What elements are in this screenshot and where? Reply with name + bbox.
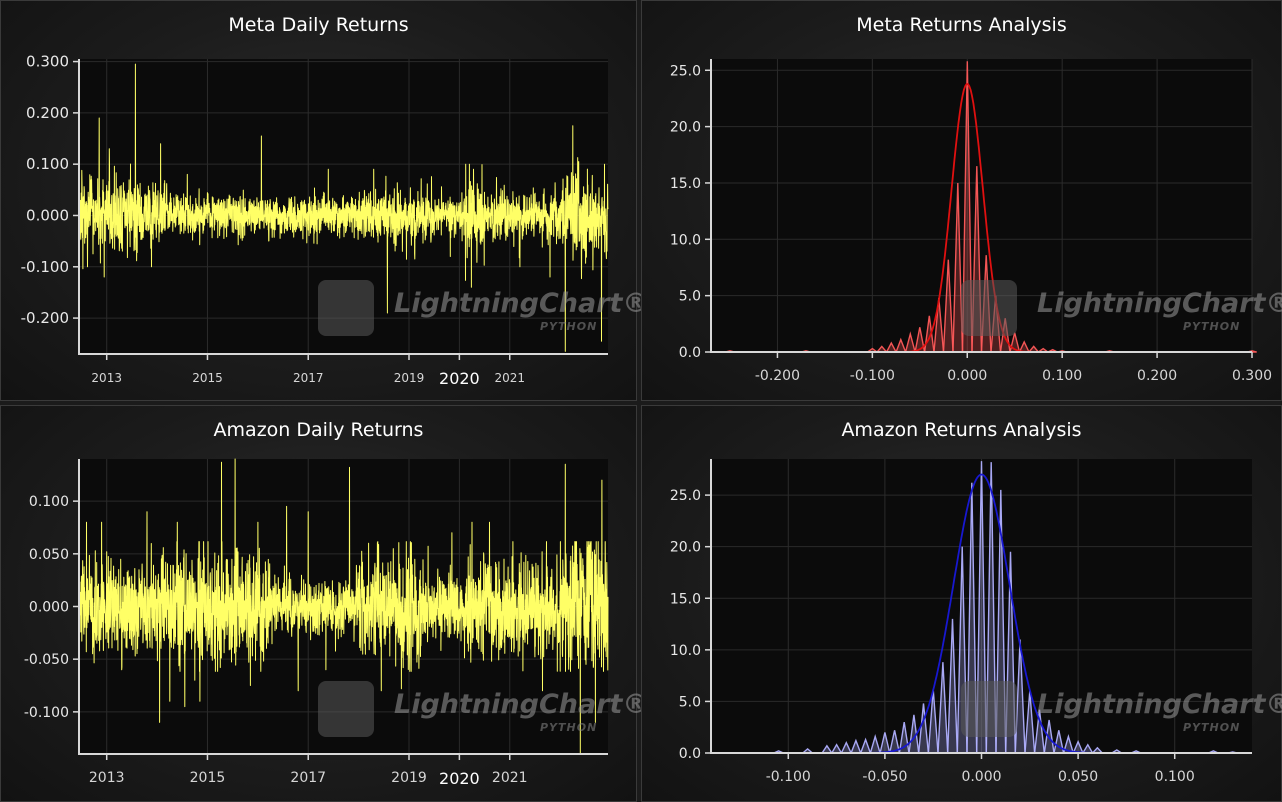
y-tick-label: -0.050 <box>24 652 69 668</box>
chart-title: Amazon Daily Returns <box>213 419 424 441</box>
chart-title: Meta Daily Returns <box>228 14 409 36</box>
y-tick-label: 15.0 <box>670 591 701 607</box>
y-tick-label: 15.0 <box>670 176 701 192</box>
y-tick-label: 0.200 <box>26 104 69 122</box>
x-tick-label: 0.300 <box>1232 368 1272 384</box>
x-tick-label: 0.000 <box>947 368 987 384</box>
y-tick-label: 10.0 <box>670 643 701 659</box>
chart-title: Meta Returns Analysis <box>856 14 1067 36</box>
y-tick-label: 0.050 <box>29 547 69 563</box>
x-tick-label: 2020 <box>439 769 480 788</box>
x-tick-label: 0.200 <box>1137 368 1177 384</box>
y-tick-label: 20.0 <box>670 540 701 556</box>
y-tick-label: 25.0 <box>670 488 701 504</box>
amazon-returns-analysis-chart: 25.0 20.0 15.0 10.0 5.0 0.0 -0.100 -0.050 0.000 0… <box>670 459 1252 785</box>
x-tick-label: 2013 <box>89 770 125 786</box>
x-tick-label: 0.100 <box>1042 368 1082 384</box>
x-tick-label: 2015 <box>192 371 223 385</box>
x-tick-label: 2013 <box>91 371 122 385</box>
y-tick-label: -0.100 <box>24 705 69 721</box>
x-tick-label: 2021 <box>494 371 525 385</box>
x-tick-label: 2021 <box>492 770 528 786</box>
x-tick-label: 0.100 <box>1155 769 1195 785</box>
y-tick-label: 5.0 <box>679 694 701 710</box>
x-tick-label: 0.050 <box>1058 769 1098 785</box>
x-tick-label: -0.100 <box>850 368 895 384</box>
meta-returns-analysis-panel: 25.0 20.0 15.0 10.0 5.0 0.0 -0.200 -0.100 0.000 0… <box>641 0 1282 401</box>
y-tick-label: 0.100 <box>26 155 69 173</box>
y-tick-label: 0.100 <box>29 494 69 510</box>
meta-daily-returns-chart: 0.300 0.200 0.100 0.000 -0.100 -0.200 2013 2015… <box>21 53 609 388</box>
chart-title: Amazon Returns Analysis <box>841 419 1082 441</box>
y-tick-label: 0.0 <box>679 746 701 762</box>
y-tick-label: 0.300 <box>26 53 69 71</box>
y-tick-label: -0.200 <box>21 309 69 327</box>
amazon-returns-analysis-panel: 25.0 20.0 15.0 10.0 5.0 0.0 -0.100 -0.050 0.000 0… <box>641 405 1282 802</box>
meta-returns-analysis-chart: 25.0 20.0 15.0 10.0 5.0 0.0 -0.200 -0.100 0.000 0… <box>670 59 1272 384</box>
x-tick-label: 2017 <box>290 770 326 786</box>
y-tick-label: 25.0 <box>670 63 701 79</box>
plot-area <box>711 59 1252 352</box>
x-tick-label: 2019 <box>394 371 425 385</box>
dashboard: 0.300 0.200 0.100 0.000 -0.100 -0.200 2013 2015… <box>0 0 1282 802</box>
x-tick-label: 0.000 <box>961 769 1001 785</box>
y-tick-label: 20.0 <box>670 120 701 136</box>
y-tick-label: 0.000 <box>29 600 69 616</box>
amazon-daily-returns-chart: 0.100 0.050 0.000 -0.050 -0.100 2013 2015 2017 2… <box>24 458 609 788</box>
x-tick-label: 2015 <box>190 770 226 786</box>
x-tick-label: 2020 <box>439 369 480 388</box>
y-tick-label: 0.0 <box>679 345 701 361</box>
x-tick-label: 2017 <box>293 371 324 385</box>
x-tick-label: 2019 <box>391 770 427 786</box>
y-tick-label: -0.100 <box>21 258 69 276</box>
y-tick-label: 5.0 <box>679 289 701 305</box>
y-tick-label: 10.0 <box>670 232 701 248</box>
y-tick-label: 0.000 <box>26 206 69 224</box>
amazon-daily-returns-panel: 0.100 0.050 0.000 -0.050 -0.100 2013 2015 2017 2… <box>0 405 649 802</box>
x-tick-label: -0.050 <box>862 769 907 785</box>
x-tick-label: -0.200 <box>755 368 800 384</box>
x-tick-label: -0.100 <box>766 769 811 785</box>
meta-daily-returns-panel: 0.300 0.200 0.100 0.000 -0.100 -0.200 2013 2015… <box>0 0 649 401</box>
